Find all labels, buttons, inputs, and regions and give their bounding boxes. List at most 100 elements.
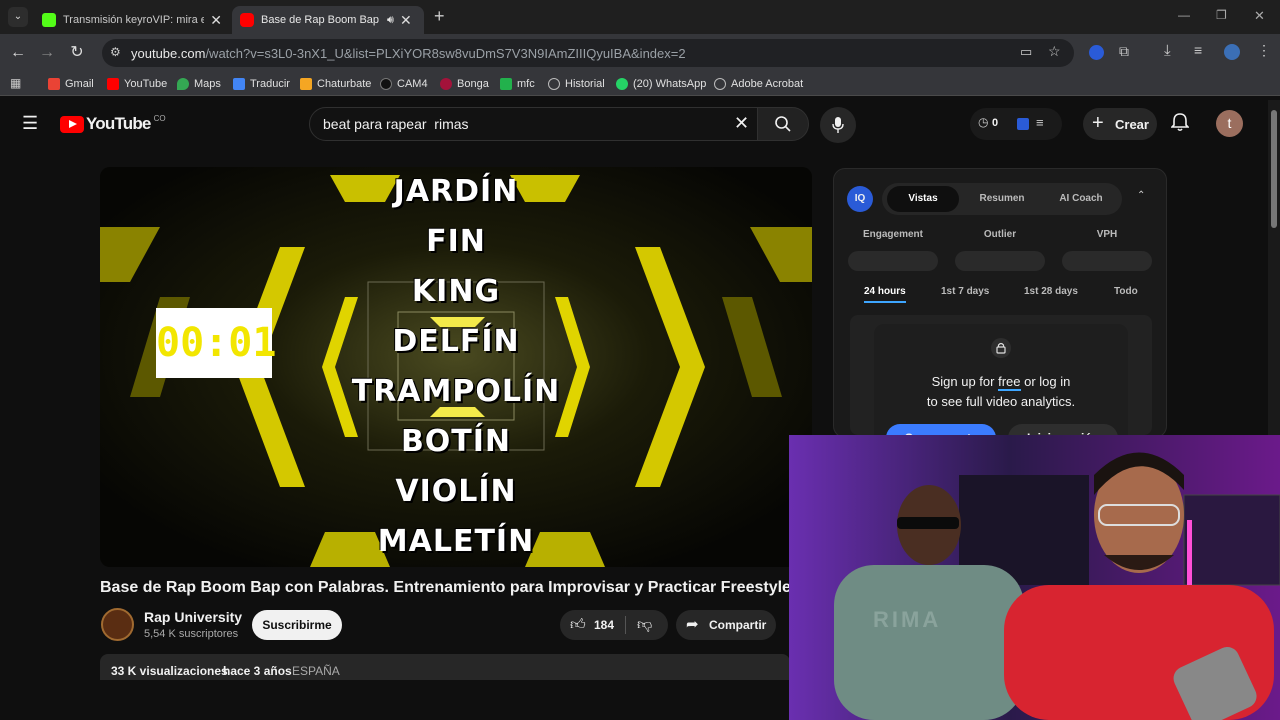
plus-icon: +	[1092, 112, 1104, 134]
like-dislike-pill: 👍︎ 184 👎︎	[560, 610, 668, 640]
voice-search-button[interactable]	[820, 107, 856, 143]
youtube-play-logo-icon	[60, 115, 84, 133]
share-button[interactable]: ➦ Compartir	[676, 610, 776, 640]
youtube-logo[interactable]: YouTube CO	[60, 114, 166, 134]
bookmark-mfc[interactable]: mfc	[500, 76, 535, 92]
like-count: 184	[594, 618, 615, 632]
browser-menu-icon[interactable]: ⋮	[1257, 42, 1271, 59]
speaker-icon[interactable]: 🔊︎	[387, 14, 394, 27]
share-arrow-icon: ➦	[686, 616, 699, 633]
address-bar[interactable]: ⚙ youtube.com/watch?v=s3L0-3nX1_U&list=P…	[102, 39, 1074, 67]
channel-name[interactable]: Rap University	[144, 609, 242, 625]
bookmark-cam4[interactable]: CAM4	[380, 76, 428, 92]
range-7-days[interactable]: 1st 7 days	[941, 286, 989, 297]
search-button[interactable]	[757, 107, 809, 141]
cast-icon[interactable]: ▭	[1020, 44, 1032, 60]
tab-close-icon[interactable]: ✕	[400, 12, 412, 29]
video-title: Base de Rap Boom Bap con Palabras. Entre…	[100, 579, 796, 596]
bookmark-chaturbate[interactable]: Chaturbate	[300, 76, 371, 92]
close-window-button[interactable]: ✕	[1254, 8, 1265, 24]
url-text: youtube.com/watch?v=s3L0-3nX1_U&list=PLX…	[131, 46, 686, 61]
hamburger-menu-icon[interactable]: ☰	[22, 113, 38, 134]
bookmark-bonga[interactable]: Bonga	[440, 76, 489, 92]
youtube-logo-text: YouTube	[86, 114, 151, 133]
rhyme-word: VIOLÍN	[395, 474, 517, 509]
rhyme-word: BOTÍN	[400, 424, 512, 459]
rhyme-word: TRAMPOLÍN	[351, 374, 561, 409]
bookmark-traducir[interactable]: Traducir	[233, 76, 290, 92]
like-button[interactable]: 👍︎ 184	[560, 610, 624, 640]
bookmark-gmail[interactable]: Gmail	[48, 76, 94, 92]
channel-avatar[interactable]	[101, 608, 134, 641]
tab-youtube[interactable]: Base de Rap Boom Bap con Palabras 🔊︎ ✕	[232, 6, 424, 34]
globe-icon	[714, 78, 726, 90]
search-input[interactable]: beat para rapear rimas ✕	[309, 107, 758, 141]
metric-value-blurred	[1062, 251, 1152, 271]
country-code: CO	[153, 113, 166, 123]
reload-icon[interactable]: ↻	[67, 43, 87, 63]
history-icon	[548, 78, 560, 90]
youtube-icon	[107, 78, 119, 90]
user-avatar[interactable]: t	[1216, 110, 1243, 137]
browser-toolbar: ← → ↻ ⚙ youtube.com/watch?v=s3L0-3nX1_U&…	[0, 34, 1280, 72]
download-icon[interactable]: ⤓	[1164, 42, 1171, 59]
notifications-bell-icon[interactable]	[1170, 112, 1190, 137]
view-count: 33 K visualizaciones	[111, 664, 228, 678]
description-box[interactable]: 33 K visualizaciones hace 3 años ESPAÑA	[100, 654, 790, 680]
thumbs-up-icon: 👍︎	[570, 616, 586, 633]
subscribe-button[interactable]: Suscribirme	[252, 610, 342, 640]
webcam-overlay: RIMA	[789, 435, 1280, 720]
microphone-icon	[832, 117, 844, 133]
bookmark-historial[interactable]: Historial	[548, 76, 605, 92]
bookmark-label: Bonga	[457, 78, 489, 90]
extensions-puzzle-icon[interactable]: ⧉	[1119, 43, 1129, 60]
collapse-chevron-icon[interactable]: ⌃	[1137, 190, 1145, 201]
bookmark-maps[interactable]: Maps	[177, 76, 221, 92]
bookmark-label: (20) WhatsApp	[633, 78, 707, 90]
lock-icon	[991, 338, 1011, 358]
new-tab-button[interactable]: +	[434, 6, 445, 27]
range-all[interactable]: Todo	[1114, 286, 1138, 297]
bookmark-adobe-acrobat[interactable]: Adobe Acrobat	[714, 76, 803, 92]
back-arrow-icon[interactable]: ←	[8, 43, 28, 63]
range-28-days[interactable]: 1st 28 days	[1024, 286, 1078, 297]
scrollbar-thumb[interactable]	[1271, 110, 1277, 228]
tab-ai-coach[interactable]: AI Coach	[1045, 186, 1117, 212]
bookmark-youtube[interactable]: YouTube	[107, 76, 167, 92]
forward-arrow-icon[interactable]: →	[37, 43, 57, 63]
tab-close-icon[interactable]: ✕	[210, 12, 222, 29]
profile-avatar-icon[interactable]	[1224, 44, 1240, 60]
thumbs-down-icon: 👎︎	[637, 616, 653, 633]
create-button[interactable]: + Crear	[1083, 108, 1157, 140]
range-24-hours[interactable]: 24 hours	[864, 286, 906, 303]
tab-keyrovip[interactable]: Transmisión keyroVIP: mira en vivo ✕	[34, 6, 230, 34]
metric-vph: VPH	[1096, 229, 1118, 240]
share-label: Compartir	[709, 618, 767, 632]
tab-resumen[interactable]: Resumen	[966, 186, 1038, 212]
media-control-icon[interactable]: ≡	[1194, 42, 1202, 58]
location-tag: ESPAÑA	[292, 664, 340, 678]
vidiq-stats-widget[interactable]: ◷ 0 ≡	[970, 108, 1062, 140]
dislike-button[interactable]: 👎︎	[626, 610, 668, 640]
clear-search-icon[interactable]: ✕	[734, 113, 749, 134]
video-player[interactable]: JARDÍN FIN KING DELFÍN TRAMPOLÍN BOTÍN V…	[100, 167, 812, 567]
signup-text-b: or log in	[1020, 374, 1071, 389]
stat-count: 0	[992, 117, 999, 129]
bookmark-label: Historial	[565, 78, 605, 90]
tab-search-button[interactable]: ⌄	[8, 7, 28, 27]
metric-engagement: Engagement	[862, 229, 923, 240]
minimize-button[interactable]: —	[1178, 8, 1190, 22]
gmail-icon	[48, 78, 60, 90]
free-link[interactable]: free	[998, 374, 1021, 391]
restore-button[interactable]: ❐	[1216, 8, 1227, 22]
bookmark-star-icon[interactable]: ☆	[1048, 43, 1061, 60]
vidiq-logo: IQ	[847, 186, 873, 212]
apps-grid-icon[interactable]: ▦	[10, 76, 21, 90]
bookmark-whatsapp[interactable]: (20) WhatsApp	[616, 76, 706, 92]
tab-vistas[interactable]: Vistas	[887, 186, 959, 212]
extension-vidiq-icon[interactable]	[1089, 45, 1104, 60]
signup-text-a: Sign up for	[931, 374, 999, 389]
rhyme-word: MALETÍN	[377, 524, 535, 559]
site-info-icon[interactable]: ⚙	[110, 45, 121, 59]
youtube-favicon-icon	[240, 13, 254, 27]
